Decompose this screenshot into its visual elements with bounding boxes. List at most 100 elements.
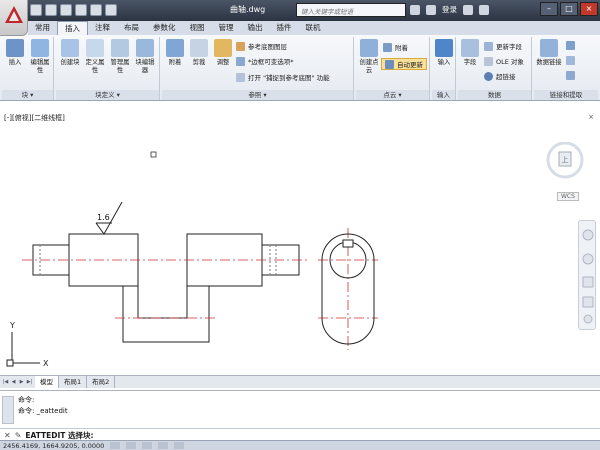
download-link-button[interactable] <box>566 71 575 80</box>
tab-8[interactable]: 插件 <box>270 21 299 35</box>
tab-2[interactable]: 注释 <box>88 21 117 35</box>
binoculars-icon[interactable] <box>410 4 420 15</box>
panel-block: 插入 编辑属性 块 ▾ <box>2 37 54 100</box>
extract-icon <box>566 41 575 50</box>
open-icon[interactable] <box>45 4 57 16</box>
first-layout-icon[interactable]: |◀ <box>2 378 9 386</box>
login-link[interactable]: 登录 <box>442 4 457 15</box>
close-command-icon[interactable]: ✕ <box>4 431 11 440</box>
clip-icon <box>190 39 208 57</box>
hyperlink-button[interactable]: 超链接 <box>484 71 516 81</box>
insert-icon <box>6 39 24 57</box>
tab-3[interactable]: 布局 <box>117 21 146 35</box>
command-window-grip[interactable] <box>2 396 14 424</box>
clip-button[interactable]: 剪裁 <box>188 39 210 67</box>
roughness-value: 1.6 <box>97 213 110 222</box>
next-layout-icon[interactable]: ▶ <box>18 378 25 386</box>
upload-icon <box>566 56 575 65</box>
tab-4[interactable]: 参数化 <box>146 21 183 35</box>
auto-update-button[interactable]: 自动更新 <box>381 58 427 70</box>
insert-block-button[interactable]: 插入 <box>4 39 26 67</box>
manage-attribute-icon <box>111 39 129 57</box>
ribbon-tabs: 常用 插入 注释 布局 参数化 视图 管理 输出 插件 联机 <box>28 21 600 35</box>
panel-label-reference[interactable]: 参照 ▾ <box>162 90 353 100</box>
quick-access-toolbar <box>30 4 117 16</box>
update-fields-icon <box>484 41 493 51</box>
document-title: 曲轴.dwg <box>230 5 266 14</box>
update-fields-button[interactable]: 更新字段 <box>484 41 522 51</box>
adjust-button[interactable]: 调整 <box>212 39 234 67</box>
tab-9[interactable]: 联机 <box>299 21 328 35</box>
command-history-line-2: 命令: _eattedit <box>18 407 68 415</box>
edit-attribute-icon <box>31 39 49 57</box>
attach-button[interactable]: 附着 <box>164 39 186 67</box>
data-link-button[interactable]: 数据链接 <box>536 39 562 67</box>
ortho-icon[interactable] <box>142 442 153 449</box>
auto-update-icon <box>385 59 394 69</box>
center-lines <box>22 228 378 350</box>
tab-1[interactable]: 插入 <box>57 21 88 35</box>
panel-reference: 附着 剪裁 调整 参考底图图层 *边框可变选项* 打开 "捕捉到参考底图" 功能… <box>162 37 354 100</box>
panel-block-definition: 创建块 定义属性 管理属性 块编辑器 块定义 ▾ <box>56 37 160 100</box>
tab-0[interactable]: 常用 <box>28 21 57 35</box>
tab-5[interactable]: 视图 <box>183 21 212 35</box>
cad-drawing: 1.6 Y X <box>6 151 378 368</box>
create-block-button[interactable]: 创建块 <box>59 39 81 67</box>
customize-icon[interactable]: ✎ <box>15 431 22 440</box>
snap-icon <box>236 72 245 82</box>
field-button[interactable]: 字段 <box>459 39 481 67</box>
grid-icon[interactable] <box>126 442 137 449</box>
layers-icon <box>236 41 245 51</box>
manage-attribute-button[interactable]: 管理属性 <box>109 39 131 75</box>
snap-mode-icon[interactable] <box>110 442 121 449</box>
last-layout-icon[interactable]: ▶| <box>26 378 33 386</box>
create-block-icon <box>61 39 79 57</box>
underlay-layers-button[interactable]: 参考底图图层 <box>236 41 287 51</box>
ole-object-button[interactable]: OLE 对象 <box>484 56 524 66</box>
panel-label-block-definition[interactable]: 块定义 ▾ <box>56 90 159 100</box>
command-history-line-1: 命令: <box>18 396 35 404</box>
tab-6[interactable]: 管理 <box>212 21 241 35</box>
user-icon <box>426 4 436 15</box>
exchange-icon[interactable] <box>463 4 473 15</box>
search-input[interactable]: 键入关键字或短语 <box>296 3 406 17</box>
upload-link-button[interactable] <box>566 56 575 65</box>
maximize-button[interactable]: □ <box>560 2 578 16</box>
layout-tab-1[interactable]: 布局1 <box>59 376 88 388</box>
polar-icon[interactable] <box>158 442 169 449</box>
import-button[interactable]: 输入 <box>433 39 455 67</box>
prev-layout-icon[interactable]: ◀ <box>10 378 17 386</box>
extract-data-button[interactable] <box>566 41 575 50</box>
layout-tab-2[interactable]: 布局2 <box>87 376 116 388</box>
layout-tab-0[interactable]: 模型 <box>35 376 59 388</box>
point-cloud-icon <box>360 39 378 57</box>
osnap-icon[interactable] <box>174 442 185 449</box>
snap-underlay-button[interactable]: 打开 "捕捉到参考底图" 功能 <box>236 72 330 82</box>
application-menu-button[interactable] <box>0 0 28 36</box>
drawing-canvas[interactable]: [-][俯视][二维线框] × 1.6 Y X 上 WCS <box>0 110 600 375</box>
block-editor-button[interactable]: 块编辑器 <box>134 39 156 75</box>
frames-variable-button[interactable]: *边框可变选项* <box>236 56 294 66</box>
ucs-x-label: X <box>43 359 49 368</box>
navigation-bar[interactable] <box>578 220 596 330</box>
undo-icon[interactable] <box>75 4 87 16</box>
plot-icon[interactable] <box>105 4 117 16</box>
redo-icon[interactable] <box>90 4 102 16</box>
edit-attribute-button[interactable]: 编辑属性 <box>29 39 51 75</box>
panel-label-block[interactable]: 块 ▾ <box>2 90 53 100</box>
tab-7[interactable]: 输出 <box>241 21 270 35</box>
wcs-menu[interactable]: WCS <box>557 192 579 201</box>
coordinates-readout: 2456.4169, 1664.9205, 0.0000 <box>3 442 105 450</box>
pick-box <box>150 151 157 158</box>
define-attribute-button[interactable]: 定义属性 <box>84 39 106 75</box>
create-point-cloud-button[interactable]: 创建点云 <box>358 39 380 75</box>
new-icon[interactable] <box>30 4 42 16</box>
close-window-button[interactable]: × <box>580 2 598 16</box>
help-icon[interactable] <box>479 4 489 15</box>
minimize-button[interactable]: – <box>540 2 558 16</box>
panel-data: 字段 更新字段 OLE 对象 超链接 数据 <box>458 37 532 100</box>
panel-label-point-cloud[interactable]: 点云 ▾ <box>356 90 429 100</box>
pointcloud-attach-button[interactable]: 附着 <box>383 42 408 52</box>
svg-text:上: 上 <box>562 155 569 164</box>
save-icon[interactable] <box>60 4 72 16</box>
